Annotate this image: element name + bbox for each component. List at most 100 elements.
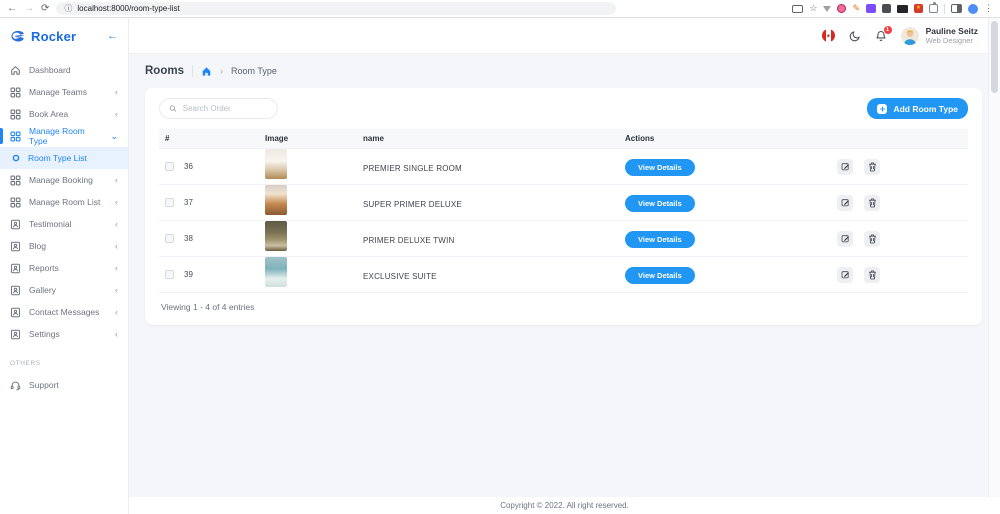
sidebar-item-room-type-list[interactable]: Room Type List bbox=[0, 147, 128, 169]
view-details-button[interactable]: View Details bbox=[625, 159, 695, 176]
notification-badge: 1 bbox=[883, 25, 892, 34]
row-checkbox[interactable] bbox=[165, 234, 174, 243]
delete-button[interactable] bbox=[864, 158, 880, 175]
browser-forward-icon[interactable]: → bbox=[24, 3, 34, 14]
col-header-image: Image bbox=[259, 129, 357, 149]
room-image bbox=[265, 185, 287, 215]
row-checkbox[interactable] bbox=[165, 198, 174, 207]
edit-button[interactable] bbox=[837, 158, 853, 175]
browser-menu-icon[interactable]: ⋮ bbox=[984, 4, 993, 13]
extension-navy-icon[interactable] bbox=[897, 4, 908, 13]
add-room-type-label: Add Room Type bbox=[893, 103, 958, 114]
scrollbar-thumb[interactable] bbox=[991, 21, 998, 93]
main-area: 1 Pauline Seitz Web Designer Rooms › Roo… bbox=[129, 18, 1000, 514]
sidebar-item-dashboard[interactable]: Dashboard bbox=[0, 59, 128, 81]
sidebar-item-blog[interactable]: Blog ‹ bbox=[0, 235, 128, 257]
headset-icon bbox=[10, 381, 21, 390]
sidebar-item-testimonial[interactable]: Testimonial ‹ bbox=[0, 213, 128, 235]
edit-button[interactable] bbox=[837, 194, 853, 211]
sidebar-collapse-icon[interactable]: ← bbox=[107, 30, 118, 42]
row-checkbox[interactable] bbox=[165, 162, 174, 171]
view-details-button[interactable]: View Details bbox=[625, 267, 695, 284]
sidebar-item-label: Dashboard bbox=[29, 65, 71, 75]
chevron-left-icon: ‹ bbox=[115, 328, 118, 339]
extension-pink-icon[interactable] bbox=[837, 4, 847, 13]
row-id: 39 bbox=[184, 270, 193, 279]
sidebar-item-contact-messages[interactable]: Contact Messages ‹ bbox=[0, 301, 128, 323]
dot-icon bbox=[12, 154, 20, 162]
chevron-left-icon: ‹ bbox=[115, 86, 118, 97]
delete-button[interactable] bbox=[864, 230, 880, 247]
side-panel-icon[interactable] bbox=[951, 4, 962, 13]
user-menu[interactable]: Pauline Seitz Web Designer bbox=[900, 25, 978, 45]
col-header-id: # bbox=[159, 129, 259, 149]
browser-back-icon[interactable]: ← bbox=[7, 3, 17, 14]
page-content: Rooms › Room Type + Add Room Type bbox=[129, 54, 1000, 514]
extensions-puzzle-icon[interactable] bbox=[929, 2, 938, 13]
search-input[interactable] bbox=[182, 104, 268, 113]
user-name: Pauline Seitz bbox=[925, 25, 978, 36]
bookmark-star-icon[interactable]: ☆ bbox=[809, 4, 817, 13]
sidebar-item-gallery[interactable]: Gallery ‹ bbox=[0, 279, 128, 301]
extension-funnel-icon[interactable] bbox=[823, 5, 832, 12]
sidebar-item-label: Contact Messages bbox=[29, 307, 100, 317]
sidebar-section-others: OTHERS bbox=[10, 360, 41, 367]
edit-icon bbox=[841, 163, 849, 171]
room-type-card: + Add Room Type # Image name Actions bbox=[145, 88, 982, 325]
top-header: 1 Pauline Seitz Web Designer bbox=[129, 18, 1000, 54]
page-title: Rooms bbox=[145, 65, 184, 77]
delete-button[interactable] bbox=[864, 266, 880, 283]
rocker-logo-icon bbox=[11, 30, 25, 42]
extension-star-icon[interactable]: ★ bbox=[914, 4, 923, 13]
row-checkbox[interactable] bbox=[165, 270, 174, 279]
browser-reload-icon[interactable]: ⟳ bbox=[41, 3, 49, 14]
title-divider bbox=[191, 65, 193, 77]
logo-text: Rocker bbox=[31, 28, 77, 44]
browser-actions: ☆ ✎ ★ ⋮ bbox=[792, 2, 993, 14]
scrollbar[interactable] bbox=[988, 18, 1000, 497]
view-details-button[interactable]: View Details bbox=[625, 195, 695, 212]
view-details-button[interactable]: View Details bbox=[625, 231, 695, 248]
person-card-icon bbox=[11, 219, 20, 229]
sidebar-item-label: Blog bbox=[29, 241, 47, 251]
sidebar-item-settings[interactable]: Settings ‹ bbox=[0, 323, 128, 345]
breadcrumb-home-icon[interactable] bbox=[201, 66, 212, 77]
breadcrumb: Rooms › Room Type bbox=[129, 54, 1000, 86]
site-info-icon[interactable]: ⓘ bbox=[64, 4, 72, 13]
browser-profile-icon[interactable] bbox=[968, 3, 978, 14]
extension-purple-icon[interactable] bbox=[866, 4, 876, 13]
trash-icon bbox=[868, 161, 876, 171]
address-bar[interactable]: ⓘ localhost:8000/room-type-list bbox=[56, 2, 617, 15]
person-card-icon bbox=[11, 241, 20, 251]
add-room-type-button[interactable]: + Add Room Type bbox=[867, 98, 968, 119]
chevron-left-icon: ‹ bbox=[115, 196, 118, 207]
bookmark-card-icon[interactable] bbox=[792, 4, 804, 13]
sidebar-item-manage-booking[interactable]: Manage Booking ‹ bbox=[0, 169, 128, 191]
delete-button[interactable] bbox=[864, 194, 880, 211]
sidebar-item-book-area[interactable]: Book Area ‹ bbox=[0, 103, 128, 125]
sidebar-item-manage-room-type[interactable]: Manage Room Type ⌄ bbox=[0, 125, 128, 147]
edit-button[interactable] bbox=[837, 230, 853, 247]
edit-button[interactable] bbox=[837, 266, 853, 283]
sidebar-item-manage-teams[interactable]: Manage Teams ‹ bbox=[0, 81, 128, 103]
sidebar-item-support[interactable]: Support bbox=[0, 374, 128, 396]
trash-icon bbox=[868, 269, 876, 279]
sidebar-item-reports[interactable]: Reports ‹ bbox=[0, 257, 128, 279]
chevron-left-icon: ‹ bbox=[115, 174, 118, 185]
language-flag-icon[interactable] bbox=[821, 29, 835, 42]
room-image bbox=[265, 257, 287, 287]
logo-row: Rocker ← bbox=[0, 18, 128, 54]
dark-mode-toggle[interactable] bbox=[849, 30, 861, 42]
chevron-left-icon: ‹ bbox=[115, 284, 118, 295]
sidebar: Rocker ← Dashboard Manage Teams ‹ Book A… bbox=[0, 18, 129, 514]
url-text[interactable]: localhost:8000/room-type-list bbox=[77, 4, 179, 13]
copyright-text: Copyright © 2022. All right reserved. bbox=[500, 501, 629, 510]
row-id: 37 bbox=[184, 198, 193, 207]
search-box[interactable] bbox=[159, 98, 278, 119]
sidebar-item-manage-room-list[interactable]: Manage Room List ‹ bbox=[0, 191, 128, 213]
extension-pencil-icon[interactable]: ✎ bbox=[852, 4, 860, 13]
notifications-button[interactable]: 1 bbox=[875, 25, 892, 42]
edit-icon bbox=[841, 271, 849, 279]
extension-dark-icon[interactable] bbox=[882, 4, 891, 13]
trash-icon bbox=[868, 233, 876, 243]
